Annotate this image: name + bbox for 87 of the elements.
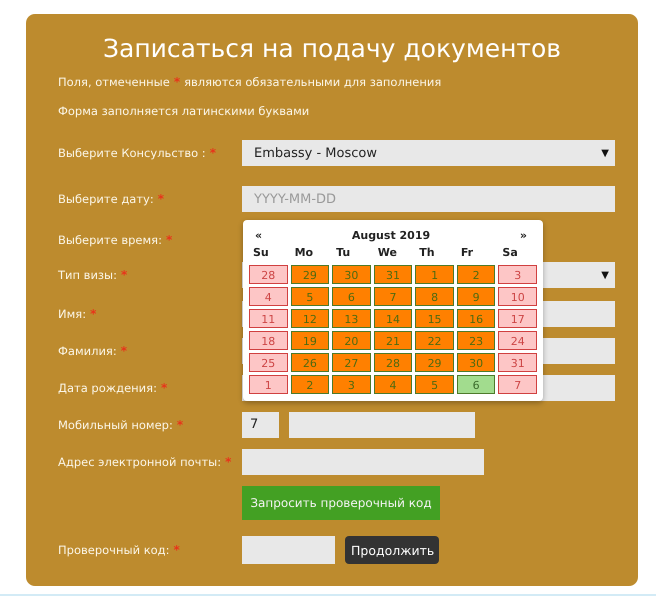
weekday-label: Th	[418, 245, 436, 261]
calendar-day[interactable]: 25	[249, 353, 288, 372]
calendar-day[interactable]: 1	[249, 375, 288, 394]
calendar-day[interactable]: 31	[374, 265, 412, 284]
calendar-day[interactable]: 7	[498, 375, 537, 394]
required-mark: *	[225, 454, 232, 468]
previous-month-button[interactable]: «	[255, 228, 262, 242]
calendar-day[interactable]: 6	[332, 287, 371, 306]
calendar-day[interactable]: 10	[498, 287, 537, 306]
calendar-day[interactable]: 13	[332, 309, 371, 328]
field-label: Выберите Консульство :	[58, 146, 206, 160]
calendar-day[interactable]: 22	[415, 331, 454, 350]
calendar-day[interactable]: 3	[332, 375, 371, 394]
field-label: Проверочный код:	[58, 543, 170, 557]
next-month-button[interactable]: »	[520, 228, 527, 242]
required-mark: *	[158, 192, 164, 206]
calendar-day[interactable]: 27	[332, 353, 371, 372]
calendar-day[interactable]: 12	[290, 309, 330, 328]
calendar-day[interactable]: 2	[290, 375, 330, 394]
field-label: Имя:	[58, 306, 86, 320]
weekday-label: Mo	[294, 245, 314, 261]
required-mark: *	[166, 233, 172, 247]
field-label: Адрес электронной почты:	[58, 454, 222, 468]
calendar-day[interactable]: 1	[415, 265, 454, 284]
calendar-day[interactable]: 30	[332, 265, 371, 284]
calendar-day[interactable]: 11	[249, 309, 288, 328]
calendar-day[interactable]: 26	[290, 353, 330, 372]
required-mark: *	[90, 306, 96, 320]
calendar-day[interactable]: 7	[374, 287, 412, 306]
dropdown-caret-icon: ▼	[601, 148, 609, 158]
calendar-day[interactable]: 28	[374, 353, 412, 372]
calendar-day[interactable]: 17	[498, 309, 537, 328]
calendar-day[interactable]: 9	[456, 287, 496, 306]
calendar-day[interactable]: 4	[374, 375, 412, 394]
calendar-day[interactable]: 28	[249, 265, 288, 284]
calendar-day[interactable]: 29	[415, 353, 454, 372]
note-text: Форма заполняется латинскими буквами	[58, 104, 310, 118]
field-label: Дата рождения:	[58, 380, 157, 394]
required-mark: *	[210, 146, 216, 160]
field-label: Выберите время:	[58, 233, 162, 247]
calendar-day[interactable]: 3	[498, 265, 537, 284]
weekday-label: Sa	[501, 245, 519, 261]
calendar-day[interactable]: 8	[415, 287, 454, 306]
dropdown-caret-icon: ▼	[601, 270, 609, 280]
calendar-day[interactable]: 19	[290, 331, 330, 350]
calendar-day[interactable]: 4	[249, 287, 288, 306]
calendar-day[interactable]: 29	[290, 265, 330, 284]
code-field[interactable]	[242, 536, 335, 564]
field-label: Фамилия:	[58, 344, 117, 358]
phone-field[interactable]	[289, 412, 475, 438]
note-text: являются обязательными для заполнения	[184, 75, 442, 89]
required-mark: *	[121, 268, 128, 282]
required-mark: *	[174, 75, 180, 89]
calendar-day[interactable]: 21	[374, 331, 412, 350]
required-mark: *	[120, 344, 127, 358]
request-code-button[interactable]: Запросить проверочный код	[242, 486, 440, 520]
weekday-label: Fr	[460, 245, 474, 261]
calendar-day[interactable]: 18	[249, 331, 288, 350]
calendar-day[interactable]: 2	[456, 265, 496, 284]
required-mark: *	[160, 380, 168, 394]
date-field[interactable]: YYYY-MM-DD	[242, 186, 615, 212]
email-field[interactable]	[242, 448, 484, 474]
required-mark: *	[176, 418, 184, 432]
calendar-day[interactable]: 5	[415, 375, 454, 394]
calendar-day[interactable]: 23	[456, 331, 496, 350]
calendar-day[interactable]: 14	[374, 309, 412, 328]
field-label: Выберите дату:	[58, 192, 154, 206]
continue-button[interactable]: Продолжить	[345, 536, 439, 564]
select-field[interactable]: Embassy - Moscow ▼	[242, 140, 615, 166]
field-label: Мобильный номер:	[58, 418, 173, 432]
month-title: August 2019	[352, 228, 430, 242]
country-code-field[interactable]: 7	[242, 412, 279, 438]
weekday-label: Tu	[335, 245, 352, 261]
calendar-day[interactable]: 24	[498, 331, 537, 350]
calendar-day[interactable]: 15	[415, 309, 454, 328]
required-mark: *	[174, 543, 180, 557]
weekday-label: Su	[252, 245, 270, 261]
calendar-day[interactable]: 31	[498, 353, 537, 372]
calendar-day[interactable]: 16	[456, 309, 496, 328]
note-text: Поля, отмеченные	[58, 75, 170, 89]
form-title: Записаться на подачу документов	[102, 34, 562, 63]
calendar-day[interactable]: 20	[332, 331, 371, 350]
calendar-day[interactable]: 6	[456, 375, 496, 394]
calendar-day[interactable]: 5	[290, 287, 330, 306]
weekday-label: We	[376, 245, 398, 261]
calendar-day[interactable]: 30	[456, 353, 496, 372]
field-label: Тип визы:	[58, 268, 117, 282]
